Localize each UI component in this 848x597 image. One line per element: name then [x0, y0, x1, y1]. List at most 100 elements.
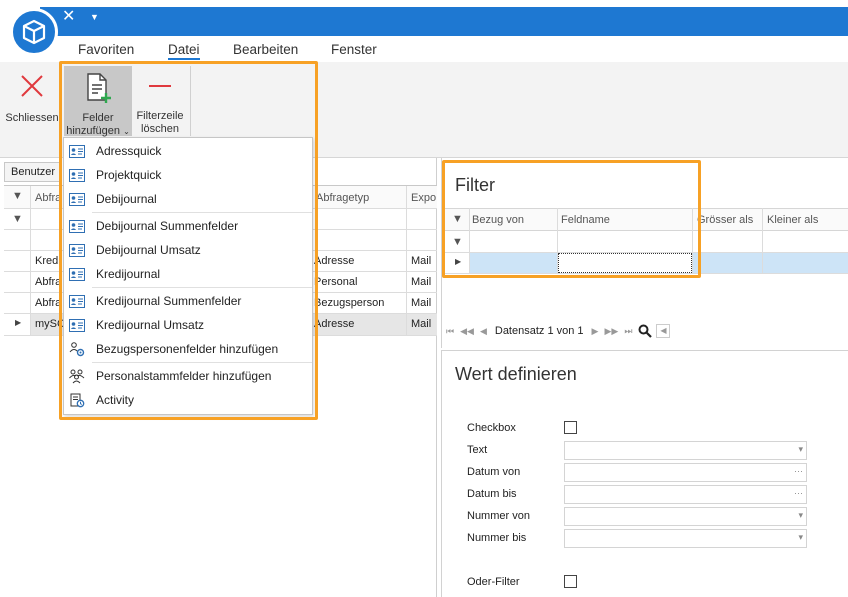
col-header-abfrage[interactable]: Abfra — [35, 192, 61, 204]
dropdown-item-label: Kredijournal Umsatz — [96, 318, 205, 332]
nummer-bis-label: Nummer bis — [467, 532, 527, 544]
record-navigator: ⏮ ◀◀ ◀ Datensatz 1 von 1 ▶ ▶▶ ⏭ ◀ — [446, 324, 671, 338]
datum-bis-label: Datum bis — [467, 488, 517, 500]
chevron-down-icon[interactable]: ▾ — [798, 444, 803, 455]
tab-benutzer[interactable]: Benutzer — [4, 162, 60, 182]
qat-close-icon[interactable]: ✕ — [62, 9, 75, 25]
scroll-left-icon[interactable]: ◀ — [656, 324, 671, 338]
minus-icon — [134, 68, 186, 104]
activity-clipboard-icon — [69, 392, 85, 408]
grid-line — [469, 208, 470, 273]
address-card-icon — [69, 167, 85, 183]
ribbon-separator — [190, 66, 191, 136]
menu-bearbeiten[interactable]: Bearbeiten — [233, 42, 298, 57]
col-kleiner-als[interactable]: Kleiner als — [767, 214, 818, 226]
menu-favoriten[interactable]: Favoriten — [78, 42, 134, 57]
row-3-export[interactable]: Mail — [411, 318, 431, 330]
checkbox-label: Checkbox — [467, 422, 516, 434]
dropdown-item-debijournal[interactable]: Debijournal — [64, 188, 312, 210]
qat-dropdown-icon[interactable]: ▼ — [90, 12, 99, 22]
nav-prev-page-icon[interactable]: ◀◀ — [460, 326, 474, 337]
row-3-name[interactable]: mySC — [35, 318, 65, 330]
dropdown-item-label: Projektquick — [96, 168, 162, 182]
col-feldname[interactable]: Feldname — [561, 214, 610, 226]
datum-von-input[interactable]: ··· — [564, 463, 807, 482]
row-0-name[interactable]: Kredi — [35, 255, 61, 267]
nummer-bis-select[interactable]: ▾ — [564, 529, 807, 548]
filter-row-icon: ▼ — [12, 213, 23, 225]
row-0-typ[interactable]: Adresse — [314, 255, 354, 267]
col-header-export[interactable]: Expo — [411, 192, 436, 204]
row-1-typ[interactable]: Personal — [314, 276, 357, 288]
dropdown-item-label: Bezugspersonenfelder hinzufügen — [96, 342, 279, 356]
col-header-abfragetyp[interactable]: Abfragetyp — [316, 192, 369, 204]
row-1-export[interactable]: Mail — [411, 276, 431, 288]
grid-line — [406, 186, 407, 335]
row-0-export[interactable]: Mail — [411, 255, 431, 267]
wert-title: Wert definieren — [455, 364, 577, 384]
dropdown-separator — [92, 287, 312, 288]
col-bezug-von[interactable]: Bezug von — [472, 214, 524, 226]
checkbox-input[interactable] — [564, 421, 577, 434]
grid-line — [692, 208, 693, 273]
nav-next-icon[interactable]: ▶ — [592, 326, 599, 337]
menu-fenster[interactable]: Fenster — [331, 42, 377, 57]
dropdown-item-bezugspersonenfelder[interactable]: Bezugspersonenfelder hinzufügen — [64, 338, 312, 360]
col-groesser-als[interactable]: Grösser als — [697, 214, 753, 226]
clear-filter-button[interactable]: Filterzeile löschen — [134, 68, 186, 138]
ellipsis-icon[interactable]: ··· — [794, 466, 803, 476]
dropdown-item-label: Debijournal — [96, 192, 157, 206]
dropdown-item-label: Debijournal Summenfelder — [96, 219, 239, 233]
dropdown-item-personalstammfelder[interactable]: Personalstammfelder hinzufügen — [64, 365, 312, 387]
chevron-down-icon[interactable]: ▾ — [798, 510, 803, 521]
dropdown-item-activity[interactable]: Activity — [64, 389, 312, 411]
nav-prev-icon[interactable]: ◀ — [480, 326, 487, 337]
address-card-icon — [69, 293, 85, 309]
grid-line — [445, 273, 848, 274]
datum-bis-input[interactable]: ··· — [564, 485, 807, 504]
datum-von-label: Datum von — [467, 466, 521, 478]
close-icon — [4, 68, 60, 104]
dropdown-item-label: Activity — [96, 393, 135, 407]
ellipsis-icon[interactable]: ··· — [794, 488, 803, 498]
row-indicator-icon: ▶ — [15, 318, 22, 327]
add-fields-dropdown: Adressquick Projektquick Debijournal Deb… — [63, 137, 313, 415]
clear-filter-label-1: Filterzeile — [136, 110, 184, 122]
menu-datei[interactable]: Datei — [168, 42, 200, 60]
dropdown-item-kredijournal-umsatz[interactable]: Kredijournal Umsatz — [64, 314, 312, 336]
dropdown-item-label: Kredijournal Summenfelder — [96, 294, 242, 308]
dropdown-item-label: Debijournal Umsatz — [96, 243, 201, 257]
menu-bar: Favoriten Datei Bearbeiten Fenster — [0, 36, 848, 62]
dropdown-item-kredijournal-summenfelder[interactable]: Kredijournal Summenfelder — [64, 290, 312, 312]
close-button[interactable]: Schliessen — [4, 68, 60, 128]
dropdown-item-kredijournal[interactable]: Kredijournal — [64, 263, 312, 285]
text-select[interactable]: ▾ — [564, 441, 807, 460]
nav-next-page-icon[interactable]: ▶▶ — [604, 326, 618, 337]
dropdown-separator — [92, 212, 312, 213]
dropdown-item-projektquick[interactable]: Projektquick — [64, 164, 312, 186]
grid-line — [762, 208, 763, 273]
nav-first-icon[interactable]: ⏮ — [446, 326, 454, 337]
nav-last-icon[interactable]: ⏭ — [624, 326, 632, 337]
row-3-typ[interactable]: Adresse — [314, 318, 354, 330]
row-2-typ[interactable]: Bezugsperson — [314, 297, 384, 309]
row-2-name[interactable]: Abfra — [35, 297, 61, 309]
feldname-edit-cell[interactable] — [558, 253, 692, 273]
filter-grid-filter-row-icon: ▼ — [452, 236, 463, 248]
dropdown-item-debijournal-umsatz[interactable]: Debijournal Umsatz — [64, 239, 312, 261]
dropdown-item-debijournal-summenfelder[interactable]: Debijournal Summenfelder — [64, 215, 312, 237]
dropdown-item-label: Kredijournal — [96, 267, 161, 281]
oder-filter-checkbox[interactable] — [564, 575, 577, 588]
search-icon[interactable] — [638, 324, 653, 338]
nummer-von-label: Nummer von — [467, 510, 530, 522]
row-1-name[interactable]: Abfra — [35, 276, 61, 288]
nummer-von-select[interactable]: ▾ — [564, 507, 807, 526]
app-logo[interactable] — [10, 8, 58, 56]
address-card-icon — [69, 266, 85, 282]
add-fields-button[interactable]: Felder hinzufügen ⌄ — [64, 66, 132, 137]
row-2-export[interactable]: Mail — [411, 297, 431, 309]
address-card-icon — [69, 218, 85, 234]
chevron-down-icon[interactable]: ▾ — [798, 532, 803, 543]
dropdown-item-adressquick[interactable]: Adressquick — [64, 140, 312, 162]
oder-filter-label: Oder-Filter — [467, 576, 520, 588]
